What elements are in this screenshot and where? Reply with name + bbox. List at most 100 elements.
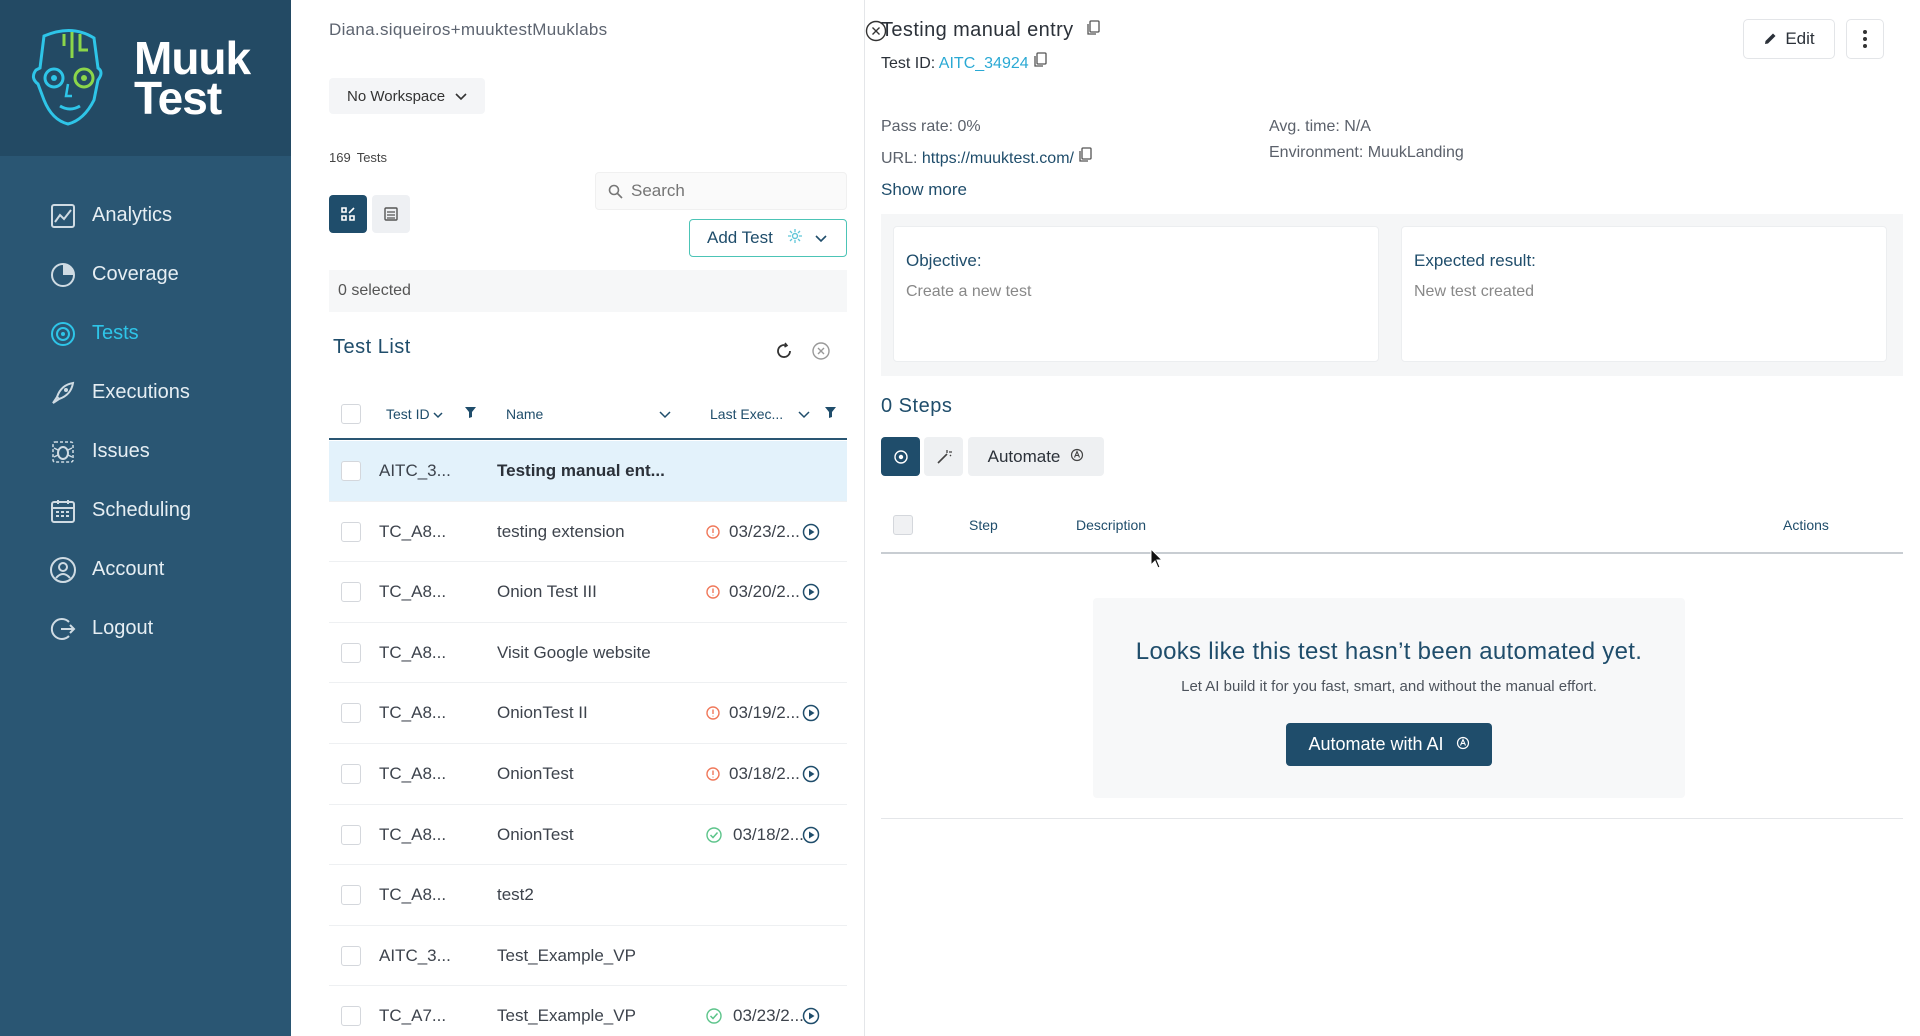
automate-button[interactable]: Automate xyxy=(968,437,1104,476)
brand-wordmark: Muuk Test xyxy=(134,35,251,124)
row-checkbox[interactable] xyxy=(341,1006,361,1027)
row-checkbox[interactable] xyxy=(341,824,361,845)
ai-sparkle-icon xyxy=(1070,447,1084,467)
steps-title: 0 Steps xyxy=(881,395,953,417)
clear-filters-icon[interactable] xyxy=(811,341,831,366)
sidebar-item-executions[interactable]: Executions xyxy=(0,363,291,422)
play-icon[interactable] xyxy=(802,826,820,849)
sidebar-item-analytics[interactable]: Analytics xyxy=(0,186,291,245)
sidebar-item-coverage[interactable]: Coverage xyxy=(0,245,291,304)
warning-status-icon xyxy=(706,524,720,544)
analytics-icon xyxy=(48,201,78,231)
table-row[interactable]: TC_A8... Onion Test III 03/20/2... xyxy=(329,562,847,623)
row-test-name: Test_Example_VP xyxy=(497,945,636,965)
table-row[interactable]: TC_A8... OnionTest 03/18/2... xyxy=(329,805,847,866)
coverage-icon xyxy=(48,260,78,290)
table-row[interactable]: TC_A8... OnionTest 03/18/2... xyxy=(329,744,847,805)
chevron-down-icon xyxy=(815,228,827,248)
play-icon[interactable] xyxy=(802,523,820,546)
refresh-icon[interactable] xyxy=(774,341,794,366)
ai-sparkle-icon xyxy=(1456,734,1470,755)
row-checkbox[interactable] xyxy=(341,763,361,784)
kanban-view-button[interactable] xyxy=(329,195,367,233)
objective-text: Create a new test xyxy=(906,283,1032,300)
sidebar-item-tests[interactable]: Tests xyxy=(0,304,291,363)
expected-label: Expected result: xyxy=(1414,251,1536,270)
add-test-button[interactable]: Add Test xyxy=(689,219,847,257)
edit-button[interactable]: Edit xyxy=(1743,19,1835,59)
copy-icon[interactable] xyxy=(1086,19,1100,41)
sidebar: Muuk Test Analytics Coverage Tests Execu… xyxy=(0,0,291,1036)
objective-card: Objective: Create a new test xyxy=(893,226,1379,362)
filter-icon[interactable] xyxy=(824,406,837,422)
copy-icon[interactable] xyxy=(1033,52,1047,72)
logo[interactable]: Muuk Test xyxy=(0,0,291,156)
table-row[interactable]: TC_A8... testing extension 03/23/2... xyxy=(329,502,847,563)
automate-with-ai-button[interactable]: Automate with AI xyxy=(1286,723,1492,766)
sidebar-item-scheduling[interactable]: Scheduling xyxy=(0,481,291,540)
play-icon[interactable] xyxy=(802,583,820,606)
empty-state-title: Looks like this test hasn’t been automat… xyxy=(1135,638,1643,665)
user-icon xyxy=(48,555,78,585)
manual-steps-button[interactable] xyxy=(924,437,963,476)
row-test-id: TC_A8... xyxy=(379,763,447,783)
environment: Environment: MuukLanding xyxy=(1269,144,1464,161)
select-all-checkbox[interactable] xyxy=(341,404,361,424)
copy-icon[interactable] xyxy=(1078,147,1093,167)
tests-icon xyxy=(48,319,78,349)
list-view-button[interactable] xyxy=(372,195,410,233)
sidebar-item-logout[interactable]: Logout xyxy=(0,599,291,658)
warning-status-icon xyxy=(706,705,720,725)
more-options-button[interactable] xyxy=(1846,19,1884,59)
magic-wand-icon xyxy=(936,449,952,464)
edit-label: Edit xyxy=(1785,29,1815,48)
row-checkbox[interactable] xyxy=(341,642,361,663)
row-checkbox[interactable] xyxy=(341,582,361,603)
row-checkbox[interactable] xyxy=(341,885,361,906)
test-id-label: Test ID: xyxy=(881,55,936,72)
test-id-value[interactable]: AITC_34924 xyxy=(939,55,1029,72)
row-test-name: OnionTest xyxy=(497,824,574,844)
play-icon[interactable] xyxy=(802,765,820,788)
column-last-execution[interactable]: Last Exec... xyxy=(710,406,783,422)
warning-status-icon xyxy=(706,766,720,786)
search-box[interactable] xyxy=(595,172,847,210)
url-link[interactable]: https://muuktest.com/ xyxy=(922,150,1074,167)
sidebar-item-issues[interactable]: Issues xyxy=(0,422,291,481)
test-count-label: Tests xyxy=(356,150,388,165)
search-input[interactable] xyxy=(631,181,831,201)
column-name[interactable]: Name xyxy=(506,406,543,422)
rocket-icon xyxy=(48,378,78,408)
url-label: URL: xyxy=(881,150,918,167)
row-checkbox[interactable] xyxy=(341,521,361,542)
filter-icon[interactable] xyxy=(464,406,477,422)
chevron-down-icon[interactable] xyxy=(659,406,671,422)
row-checkbox[interactable] xyxy=(341,945,361,966)
table-row[interactable]: TC_A8... test2 xyxy=(329,865,847,926)
brand-line2: Test xyxy=(134,72,222,124)
row-test-id: TC_A8... xyxy=(379,824,447,844)
sidebar-item-account[interactable]: Account xyxy=(0,540,291,599)
row-last-execution: 03/20/2... xyxy=(729,582,800,602)
column-test-id[interactable]: Test ID xyxy=(386,406,443,422)
table-row[interactable]: AITC_3... Testing manual ent... xyxy=(329,441,847,502)
column-test-id-label: Test ID xyxy=(386,406,430,422)
workspace-dropdown[interactable]: No Workspace xyxy=(329,78,486,114)
row-checkbox[interactable] xyxy=(341,461,361,481)
row-checkbox[interactable] xyxy=(341,703,361,724)
chevron-down-icon[interactable] xyxy=(798,406,810,422)
play-icon[interactable] xyxy=(802,1007,820,1030)
show-more-link[interactable]: Show more xyxy=(881,180,967,200)
table-row[interactable]: TC_A8... OnionTest II 03/19/2... xyxy=(329,683,847,744)
play-icon[interactable] xyxy=(802,704,820,727)
automate-with-ai-label: Automate with AI xyxy=(1308,734,1444,754)
ai-steps-button[interactable] xyxy=(881,437,920,476)
workspace-label: No Workspace xyxy=(347,87,446,105)
ai-sparkle-icon xyxy=(893,449,908,464)
calendar-icon xyxy=(48,496,78,526)
chevron-down-icon xyxy=(433,412,443,419)
table-row[interactable]: AITC_3... Test_Example_VP xyxy=(329,926,847,987)
table-row[interactable]: TC_A7... Test_Example_VP 03/23/2... xyxy=(329,986,847,1036)
select-all-steps-checkbox[interactable] xyxy=(893,515,913,535)
table-row[interactable]: TC_A8... Visit Google website xyxy=(329,623,847,684)
